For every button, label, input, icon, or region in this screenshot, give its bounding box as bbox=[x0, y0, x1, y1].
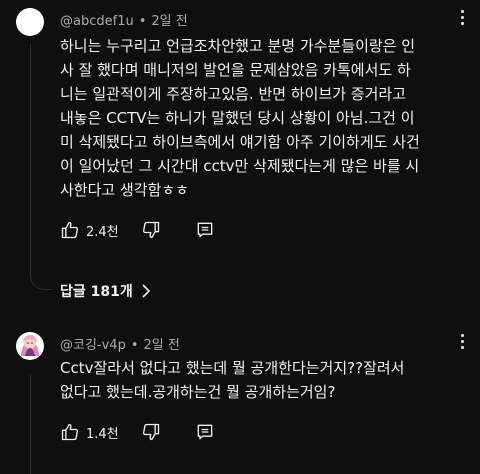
comment-line: 사한다고 생각함ㅎㅎ bbox=[60, 181, 189, 199]
comment-line: Cctv잘라서 없다고 했는데 뭘 공개한다는거지??잘려서 bbox=[60, 359, 405, 377]
comment-meta: @코깅-v4p • 2일 전 bbox=[60, 334, 180, 353]
comment-line: 미 삭제됐다고 하이브측에서 얘기함 아주 기이하게도 사건 bbox=[60, 133, 420, 151]
comment-reply-icon[interactable] bbox=[195, 422, 215, 442]
comment-body: 하니는 누구리고 언급조차안했고 분명 가수분들이랑은 인 사 잘 했다며 매니… bbox=[60, 34, 450, 202]
comment-actions: 1.4천 bbox=[60, 420, 215, 444]
view-replies-button[interactable]: 답글 181개 bbox=[60, 279, 151, 303]
thumbs-down-icon[interactable] bbox=[141, 422, 161, 442]
avatar[interactable] bbox=[16, 332, 44, 360]
comment-line: 없다고 했는데.공개하는건 뭘 공개하는거임? bbox=[60, 383, 336, 401]
meta-separator: • bbox=[130, 338, 139, 353]
comment-meta: @abcdef1u • 2일 전 bbox=[60, 10, 188, 29]
comment-author[interactable]: @abcdef1u bbox=[60, 14, 134, 29]
meta-separator: • bbox=[138, 14, 147, 29]
comment-reply-icon[interactable] bbox=[195, 220, 215, 240]
like-count: 2.4천 bbox=[86, 224, 119, 240]
comment-time[interactable]: 2일 전 bbox=[144, 338, 180, 353]
thread-line-top bbox=[30, 44, 31, 258]
comment-actions: 2.4천 bbox=[60, 218, 215, 242]
thread-line-bottom bbox=[30, 375, 31, 474]
more-vertical-icon[interactable] bbox=[452, 334, 472, 349]
comment-author[interactable]: @코깅-v4p bbox=[60, 338, 126, 353]
comment-line: 니는 일관적이게 주장하고있음. 반면 하이브가 증거라고 bbox=[60, 85, 407, 103]
thumbs-up-icon[interactable] bbox=[60, 220, 80, 240]
comment-line: 사 잘 했다며 매니저의 발언을 문제삼았음 카톡에서도 하 bbox=[60, 61, 411, 79]
thread-line-curve bbox=[30, 258, 52, 290]
like-count: 1.4천 bbox=[86, 426, 119, 442]
avatar[interactable] bbox=[16, 8, 44, 36]
comment-body: Cctv잘라서 없다고 했는데 뭘 공개한다는거지??잘려서 없다고 했는데.공… bbox=[60, 356, 450, 404]
comment-time[interactable]: 2일 전 bbox=[151, 14, 187, 29]
chevron-right-icon bbox=[141, 284, 151, 298]
comment-line: 내놓은 CCTV는 하니가 말했던 당시 상황이 아님.그건 이 bbox=[60, 109, 415, 127]
more-vertical-icon[interactable] bbox=[452, 10, 472, 25]
thumbs-up-icon[interactable] bbox=[60, 422, 80, 442]
replies-label: 답글 181개 bbox=[60, 284, 133, 300]
comment-line: 하니는 누구리고 언급조차안했고 분명 가수분들이랑은 인 bbox=[60, 37, 416, 55]
thumbs-down-icon[interactable] bbox=[141, 220, 161, 240]
comment-line: 이 일어났던 그 시간대 cctv만 삭제됐다는게 많은 바를 시 bbox=[60, 157, 420, 175]
